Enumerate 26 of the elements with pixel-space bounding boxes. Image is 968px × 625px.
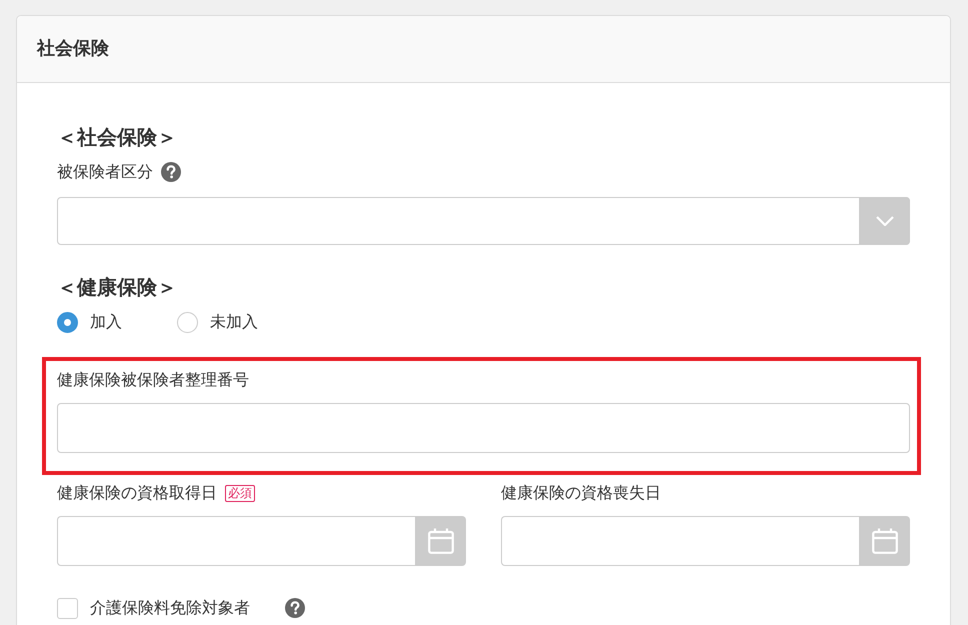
radio-button[interactable] (57, 312, 78, 332)
radio-button[interactable] (177, 312, 198, 332)
chevron-icon (876, 216, 894, 226)
calendar-icon (872, 528, 898, 554)
help-icon[interactable] (161, 162, 181, 182)
help-icon[interactable] (285, 598, 305, 618)
select-field[interactable] (57, 197, 910, 245)
input-field[interactable] (57, 403, 910, 453)
checkbox[interactable] (57, 598, 78, 618)
calendar-button[interactable] (859, 516, 910, 566)
calendar-button[interactable] (415, 516, 466, 566)
field-label: 健康保険の資格喪失日 (501, 482, 661, 504)
field-label: 健康保険の資格取得日 (57, 482, 217, 504)
field-label: 健康保険被保険者整理番号 (57, 369, 249, 391)
field-label: 被保険者区分 (57, 161, 153, 183)
checkbox-label: 介護保険料免除対象者 (90, 597, 250, 619)
dropdown-button[interactable] (859, 197, 910, 245)
radio-label: 未加入 (210, 311, 258, 333)
date-input-field[interactable] (57, 516, 415, 566)
section-heading: ＜社会保険＞ (57, 124, 177, 151)
date-input-field[interactable] (501, 516, 859, 566)
radio-label: 加入 (90, 311, 122, 333)
required-badge: 必須 (225, 484, 255, 502)
calendar-icon (428, 528, 454, 554)
panel-title: 社会保険 (37, 37, 109, 61)
section-heading: ＜健康保険＞ (57, 274, 177, 301)
